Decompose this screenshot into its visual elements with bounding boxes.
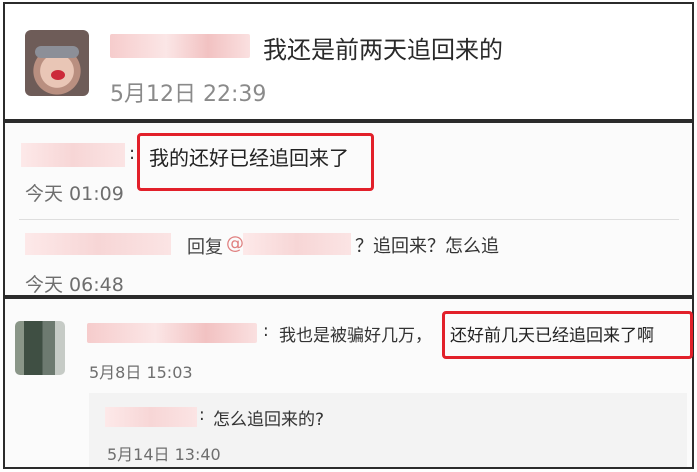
commenter-name-blurred[interactable] <box>87 323 257 343</box>
username-blurred[interactable] <box>110 34 250 58</box>
name-separator: : <box>129 143 136 164</box>
highlight-box <box>137 133 374 191</box>
comment-thread-1: : 我的还好已经追回来了 今天 01:09 回复 @ ？追回来？怎么追 今天 0… <box>3 121 694 297</box>
reply-text: 怎么追回来的? <box>213 410 325 430</box>
reply-timestamp: 今天 06:48 <box>25 274 124 296</box>
comment-timestamp: 5月8日 15:03 <box>89 363 193 382</box>
reply-label[interactable]: 回复 <box>187 233 223 259</box>
commenter-name-blurred[interactable] <box>105 407 197 427</box>
avatar[interactable] <box>15 321 65 375</box>
post-timestamp: 5月12日 22:39 <box>110 82 267 107</box>
comment-timestamp: 今天 01:09 <box>25 183 124 205</box>
commenter-name-blurred[interactable] <box>25 233 171 255</box>
comment-divider <box>19 219 679 220</box>
comment-thread-2: : 我也是被骗好几万， 还好前几天已经追回来了啊 5月8日 15:03 : 怎么… <box>3 297 694 469</box>
mentioned-name-blurred[interactable] <box>243 233 351 255</box>
commenter-name-blurred[interactable] <box>21 143 125 167</box>
mention-at[interactable]: @ <box>226 233 244 254</box>
reply-text: ？追回来？怎么追 <box>355 236 499 257</box>
avatar-mouth <box>51 70 65 80</box>
post-card: 我还是前两天追回来的 5月12日 22:39 <box>3 2 694 121</box>
comment-text: 我也是被骗好几万， <box>279 326 432 346</box>
highlight-box <box>442 311 693 359</box>
name-separator: : <box>263 321 269 341</box>
avatar-eye-mask <box>35 46 79 58</box>
name-separator: : <box>199 405 205 425</box>
reply-timestamp: 5月14日 13:40 <box>107 445 221 464</box>
nested-reply-block: : 怎么追回来的? 5月14日 13:40 <box>89 393 687 467</box>
avatar[interactable] <box>25 30 89 96</box>
post-message: 我还是前两天追回来的 <box>263 36 503 64</box>
